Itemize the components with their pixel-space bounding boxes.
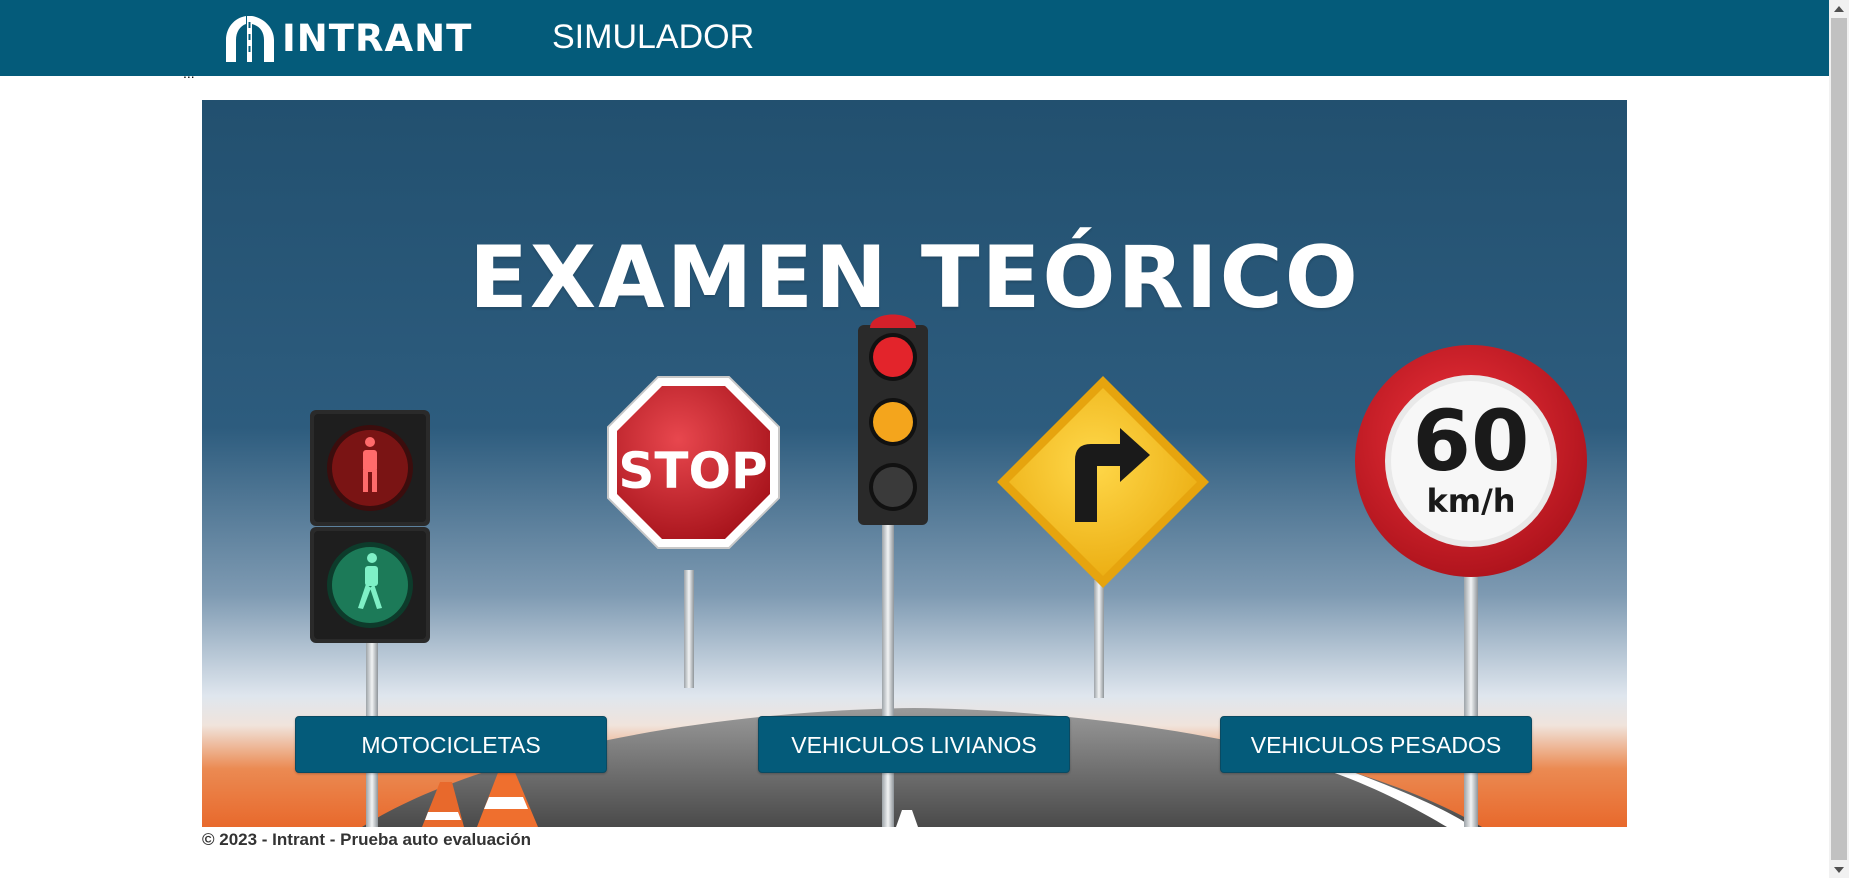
vehiculos-livianos-button[interactable]: VEHICULOS LIVIANOS — [758, 716, 1070, 773]
vehiculos-pesados-button[interactable]: VEHICULOS PESADOS — [1220, 716, 1532, 773]
motocicletas-button[interactable]: MOTOCICLETAS — [295, 716, 607, 773]
scroll-down-arrow-icon[interactable] — [1829, 861, 1849, 878]
exam-banner: STOP 60 km/h EXAMEN TEÓRICO MOTOCICLETAS… — [202, 100, 1627, 827]
footer-copyright: © 2023 - Intrant - Prueba auto evaluació… — [202, 830, 532, 849]
logo-text: INTRANT — [282, 17, 473, 60]
banner-title: EXAMEN TEÓRICO — [469, 228, 1360, 328]
breadcrumb-ellipsis: ... — [183, 65, 195, 81]
intrant-logo[interactable]: INTRANT — [222, 12, 472, 66]
stop-sign-text: STOP — [618, 442, 767, 500]
nav-simulador-link[interactable]: SIMULADOR — [552, 17, 754, 57]
speed-limit-unit: km/h — [1426, 482, 1515, 520]
speed-limit-value: 60 — [1413, 392, 1530, 490]
vertical-scrollbar[interactable] — [1829, 0, 1849, 878]
intrant-road-logo-icon — [226, 16, 274, 62]
scrollbar-thumb[interactable] — [1831, 18, 1847, 860]
scroll-up-arrow-icon[interactable] — [1829, 0, 1849, 17]
top-navbar: INTRANT SIMULADOR — [0, 0, 1829, 76]
